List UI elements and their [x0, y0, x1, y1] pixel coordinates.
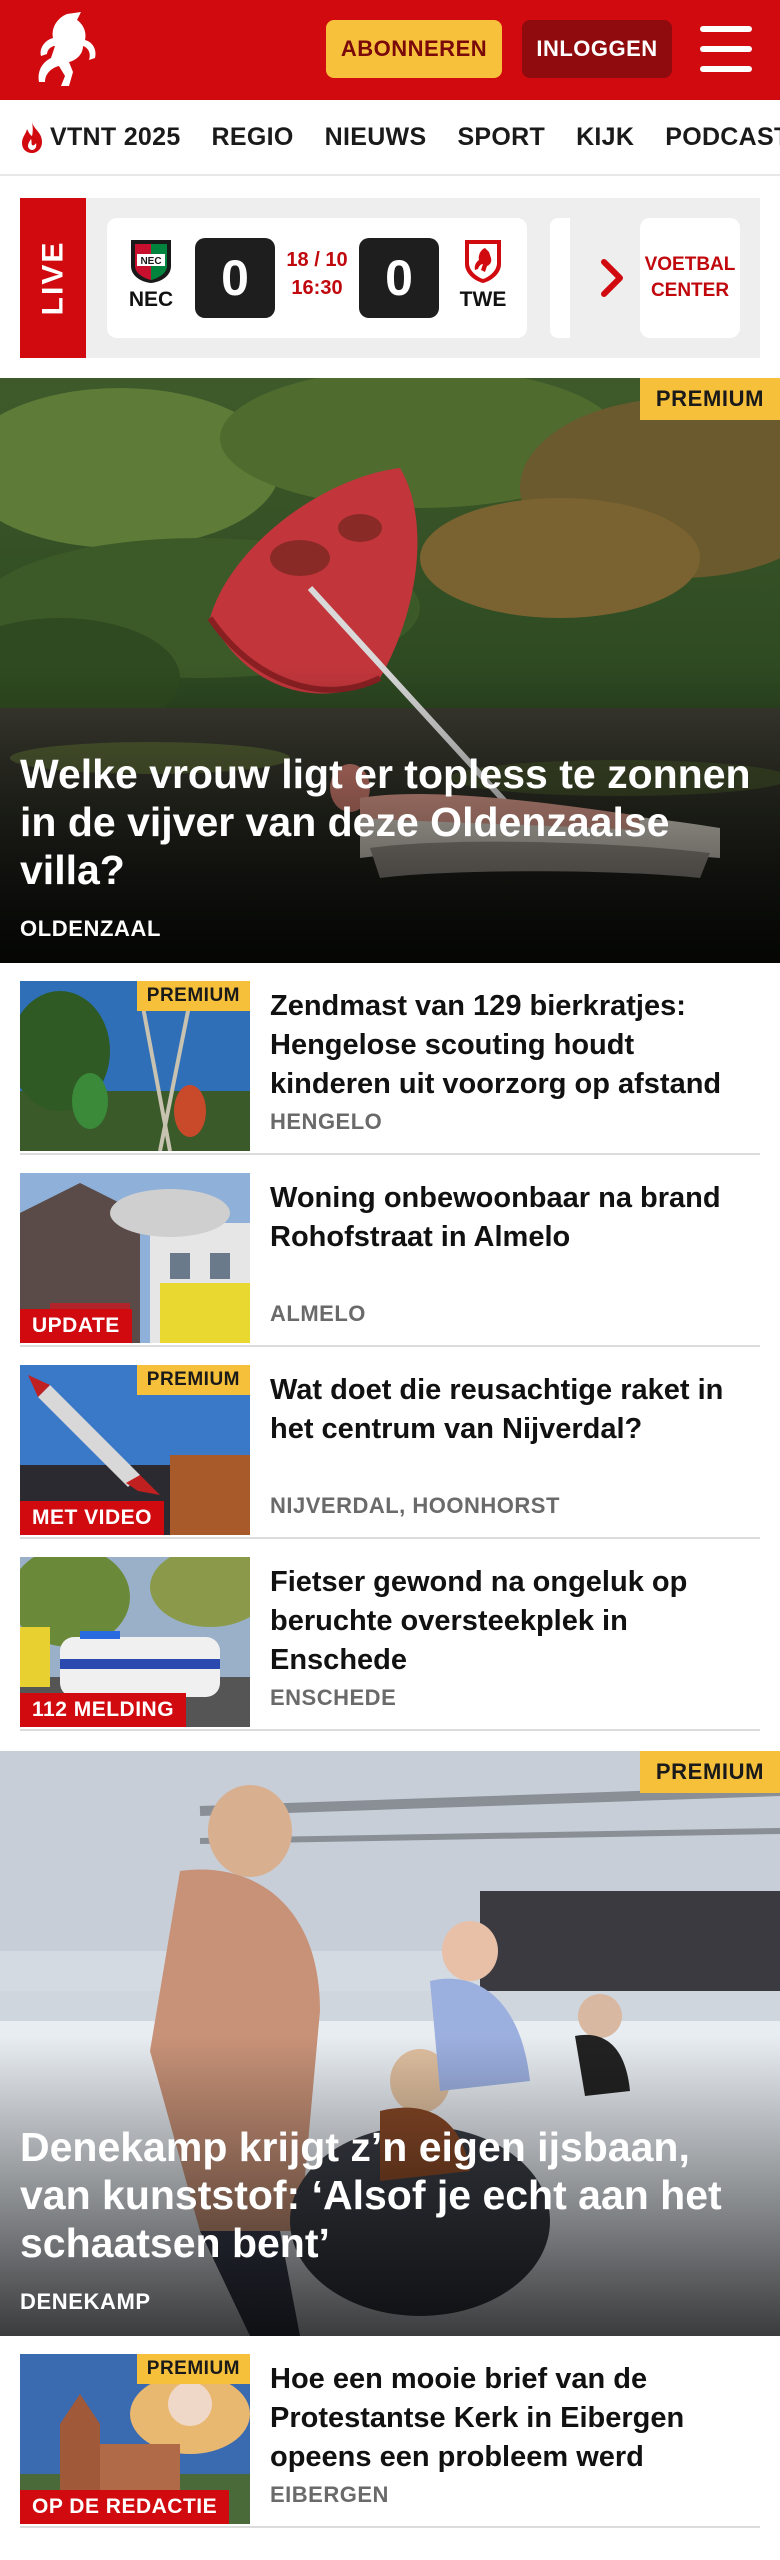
article-title[interactable]: Woning onbewoonbaar na brand Rohofstraat… — [270, 1179, 760, 1257]
tubantia-horse-logo[interactable] — [20, 8, 104, 92]
hero-title[interactable]: Denekamp krijgt z’n eigen ijsbaan, van k… — [20, 2123, 760, 2267]
112-alert-label: 112 MELDING — [20, 1693, 187, 1727]
nav-item-kijk[interactable]: KIJK — [576, 123, 634, 152]
article-list: PREMIUM OP DE REDACTIE Hoe een mooie bri… — [0, 2336, 780, 2528]
chevron-right-icon[interactable] — [592, 254, 632, 302]
match-card[interactable]: NEC NEC 0 18 / 10 16:30 0 TWE — [107, 218, 527, 338]
home-team-abbr: NEC — [128, 288, 174, 311]
article-title[interactable]: Hoe een mooie brief van de Protestantse … — [270, 2360, 760, 2477]
update-label: UPDATE — [20, 1309, 132, 1343]
article-row[interactable]: PREMIUM MET VIDEO Wat doet die reusachti… — [20, 1347, 760, 1539]
away-score: 0 — [359, 238, 439, 318]
away-team-abbr: TWE — [459, 288, 507, 311]
match-datetime: 18 / 10 16:30 — [286, 249, 348, 299]
article-thumbnail: 112 MELDING — [20, 1557, 250, 1727]
hero-location: OLDENZAAL — [20, 916, 162, 941]
article-thumbnail: PREMIUM — [20, 981, 250, 1151]
fc-twente-crest-icon — [459, 236, 507, 284]
premium-badge: PREMIUM — [639, 378, 780, 420]
subscribe-button[interactable]: ABONNEREN — [326, 20, 502, 78]
video-label: MET VIDEO — [20, 1501, 165, 1535]
hero-location: DENEKAMP — [20, 2289, 151, 2314]
nav-item-nieuws[interactable]: NIEUWS — [325, 123, 427, 152]
live-scores-strip: LIVE NEC NEC 0 18 / 10 16:30 0 TWE VOETB… — [20, 198, 760, 358]
top-bar: ABONNEREN INLOGGEN — [0, 0, 780, 100]
premium-badge: PREMIUM — [136, 981, 250, 1011]
article-title[interactable]: Zendmast van 129 bierkratjes: Hengelose … — [270, 987, 760, 1104]
article-title[interactable]: Fietser gewond na ongeluk op beruchte ov… — [270, 1563, 760, 1680]
next-match-card-peek[interactable] — [550, 218, 570, 338]
article-location: HENGELO — [270, 1109, 383, 1134]
article-row[interactable]: PREMIUM OP DE REDACTIE Hoe een mooie bri… — [20, 2336, 760, 2528]
article-location: ENSCHEDE — [270, 1685, 397, 1710]
flame-icon — [18, 120, 46, 154]
football-center-link[interactable]: VOETBAL CENTER — [640, 218, 740, 338]
article-location: ALMELO — [270, 1301, 366, 1326]
nav-item-vtnt[interactable]: VTNT 2025 — [18, 120, 181, 154]
article-thumbnail: UPDATE — [20, 1173, 250, 1343]
nec-crest-icon: NEC — [127, 236, 175, 284]
hero-article[interactable]: PREMIUM Denekamp krijgt z’n eigen ijsbaa… — [0, 1751, 780, 2336]
article-row[interactable]: 112 MELDING Fietser gewond na ongeluk op… — [20, 1539, 760, 1731]
hero-article[interactable]: PREMIUM Welke vrouw ligt er topless te z… — [0, 378, 780, 963]
article-title[interactable]: Wat doet die reusachtige raket in het ce… — [270, 1371, 760, 1449]
article-list: PREMIUM Zendmast van 129 bierkratjes: He… — [0, 963, 780, 1731]
premium-badge: PREMIUM — [639, 1751, 780, 1793]
away-team: TWE — [453, 236, 513, 312]
nav-item-regio[interactable]: REGIO — [212, 123, 294, 152]
horse-logo-icon — [38, 12, 96, 86]
nav-item-sport[interactable]: SPORT — [457, 123, 545, 152]
article-thumbnail: PREMIUM OP DE REDACTIE — [20, 2354, 250, 2524]
svg-text:NEC: NEC — [140, 256, 161, 267]
live-badge: LIVE — [20, 198, 86, 358]
editorial-label: OP DE REDACTIE — [20, 2490, 230, 2524]
home-team: NEC NEC — [121, 236, 181, 312]
home-score: 0 — [195, 238, 275, 318]
menu-icon[interactable] — [700, 26, 752, 72]
main-nav: VTNT 2025 REGIO NIEUWS SPORT KIJK PODCAS… — [0, 100, 780, 176]
article-thumbnail: PREMIUM MET VIDEO — [20, 1365, 250, 1535]
nav-item-label: VTNT 2025 — [50, 122, 181, 151]
article-row[interactable]: UPDATE Woning onbewoonbaar na brand Roho… — [20, 1155, 760, 1347]
hero-title[interactable]: Welke vrouw ligt er topless te zonnen in… — [20, 750, 760, 894]
article-location: EIBERGEN — [270, 2482, 389, 2507]
article-row[interactable]: PREMIUM Zendmast van 129 bierkratjes: He… — [20, 963, 760, 1155]
article-location: NIJVERDAL, HOONHORST — [270, 1493, 560, 1518]
nav-item-podcast[interactable]: PODCAST — [665, 123, 780, 152]
premium-badge: PREMIUM — [136, 1365, 250, 1395]
login-button[interactable]: INLOGGEN — [522, 20, 672, 78]
premium-badge: PREMIUM — [136, 2354, 250, 2384]
